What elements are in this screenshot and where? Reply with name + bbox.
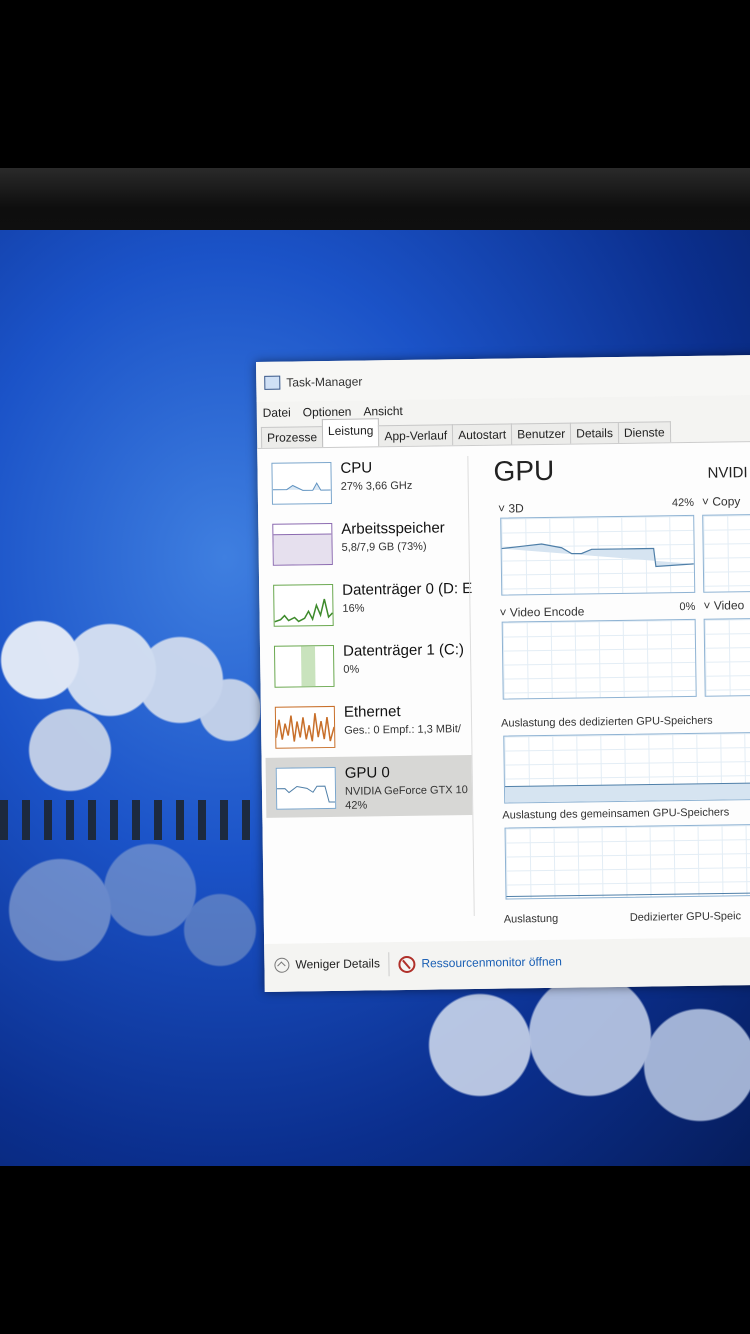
tab-dienste[interactable]: Dienste <box>617 421 671 443</box>
engine-copy-selector[interactable]: ˅ Copy <box>702 494 741 509</box>
menu-bar: Datei Optionen Ansicht <box>263 404 403 420</box>
footer-divider <box>388 952 390 977</box>
shared-memory-label: Auslastung des gemeinsamen GPU-Speichers <box>502 806 730 822</box>
sidebar-item-percent: 42% <box>345 799 368 812</box>
sidebar-item-ethernet[interactable]: Ethernet Ges.: 0 Empf.: 1,3 MBit/ <box>265 694 472 757</box>
graph-shared-memory <box>504 823 750 900</box>
chevron-up-icon <box>274 957 290 974</box>
gpu-detail: GPU NVIDI ˅ 3D 42% ˅ Copy ˅ Video Encode… <box>477 442 750 942</box>
engine-video-decode-selector[interactable]: ˅ Video <box>703 598 744 613</box>
sidebar-item-gpu0[interactable]: GPU 0 NVIDIA GeForce GTX 10 42% <box>265 755 473 818</box>
engine-3d-value: 42% <box>671 496 695 510</box>
engine-video-encode-value: 0% <box>679 600 696 614</box>
sidebar-item-label: Datenträger 0 (D: E <box>342 580 473 599</box>
sidebar-item-label: GPU 0 <box>344 764 390 782</box>
tab-autostart[interactable]: Autostart <box>452 423 513 446</box>
gpu-model-name: NVIDI <box>707 464 748 482</box>
fewer-details-button[interactable]: Weniger Details <box>274 956 380 974</box>
tab-details[interactable]: Details <box>570 421 620 444</box>
sidebar-item-value: NVIDIA GeForce GTX 10 <box>344 784 468 798</box>
utilization-label: Auslastung <box>503 912 559 926</box>
menu-ansicht[interactable]: Ansicht <box>363 404 403 419</box>
graph-video-encode <box>501 618 697 700</box>
tab-leistung[interactable]: Leistung <box>321 418 380 448</box>
disk0-mini-graph <box>273 583 334 627</box>
tab-app-verlauf[interactable]: App-Verlauf <box>378 424 454 447</box>
menu-optionen[interactable]: Optionen <box>303 405 352 420</box>
engine-video-decode-label: Video <box>713 598 745 613</box>
disk1-mini-graph <box>273 644 335 688</box>
sidebar-item-value: 0% <box>343 663 360 676</box>
cpu-mini-graph <box>271 461 332 505</box>
resource-monitor-label: Ressourcenmonitor öffnen <box>421 954 563 971</box>
wallpaper-reflection <box>0 830 260 1090</box>
black-bar <box>0 1166 750 1334</box>
graph-dedicated-memory <box>503 731 750 804</box>
sidebar-item-disk0[interactable]: Datenträger 0 (D: E 16% <box>263 572 473 635</box>
resource-sidebar: CPU 27% 3,66 GHz Arbeitsspeicher 5,8/7,9… <box>261 450 474 938</box>
chevron-down-icon: ˅ <box>701 494 713 509</box>
chevron-down-icon: ˅ <box>497 501 509 516</box>
ethernet-mini-graph <box>274 705 336 749</box>
chevron-down-icon: ˅ <box>703 598 714 613</box>
dedicated-memory-caption: Dedizierter GPU-Speic <box>629 910 742 924</box>
title-bar[interactable]: Task-Manager <box>256 354 750 402</box>
resource-monitor-icon <box>398 955 416 974</box>
footer-bar: Weniger Details Ressourcenmonitor öffnen <box>264 936 750 992</box>
sidebar-item-memory[interactable]: Arbeitsspeicher 5,8/7,9 GB (73%) <box>262 511 469 574</box>
sidebar-item-label: CPU <box>340 459 373 477</box>
tab-prozesse[interactable]: Prozesse <box>260 426 324 448</box>
page-title: GPU <box>493 454 555 487</box>
sidebar-item-label: Ethernet <box>343 703 401 721</box>
chevron-down-icon: ˅ <box>499 605 510 620</box>
performance-panel: CPU 27% 3,66 GHz Arbeitsspeicher 5,8/7,9… <box>257 440 750 945</box>
graph-3d <box>500 514 696 596</box>
sidebar-item-label: Datenträger 1 (C:) <box>342 641 465 660</box>
photo-background: Task-Manager Datei Optionen Ansicht Proz… <box>0 0 750 1334</box>
memory-mini-graph <box>272 522 333 566</box>
menu-datei[interactable]: Datei <box>263 406 291 420</box>
task-manager-icon <box>264 375 281 390</box>
sidebar-item-value: 16% <box>342 602 365 615</box>
sidebar-item-value: 27% 3,66 GHz <box>340 479 413 493</box>
graph-copy <box>702 513 750 593</box>
sidebar-item-value: Ges.: 0 Empf.: 1,3 MBit/ <box>344 723 461 737</box>
resource-monitor-link[interactable]: Ressourcenmonitor öffnen <box>398 954 563 974</box>
sidebar-item-value: 5,8/7,9 GB (73%) <box>341 540 427 554</box>
gpu-mini-graph <box>275 766 337 810</box>
engine-video-encode-selector[interactable]: ˅ Video Encode <box>499 604 584 619</box>
wallpaper-trees-right <box>420 985 750 1165</box>
sidebar-item-cpu[interactable]: CPU 27% 3,66 GHz <box>261 450 468 513</box>
sidebar-item-disk1[interactable]: Datenträger 1 (C:) 0% <box>264 633 471 696</box>
engine-3d-label: 3D <box>508 501 524 516</box>
engine-video-encode-label: Video Encode <box>509 604 585 620</box>
dedicated-memory-label: Auslastung des dedizierten GPU-Speichers <box>500 714 713 730</box>
sidebar-item-label: Arbeitsspeicher <box>341 519 445 538</box>
graph-video-decode <box>703 617 750 697</box>
window-title: Task-Manager <box>286 374 363 390</box>
tab-benutzer[interactable]: Benutzer <box>511 422 572 445</box>
engine-copy-label: Copy <box>712 494 741 509</box>
fewer-details-label: Weniger Details <box>295 956 380 972</box>
task-manager-window: Task-Manager Datei Optionen Ansicht Proz… <box>256 354 750 992</box>
engine-3d-selector[interactable]: ˅ 3D <box>498 501 524 515</box>
